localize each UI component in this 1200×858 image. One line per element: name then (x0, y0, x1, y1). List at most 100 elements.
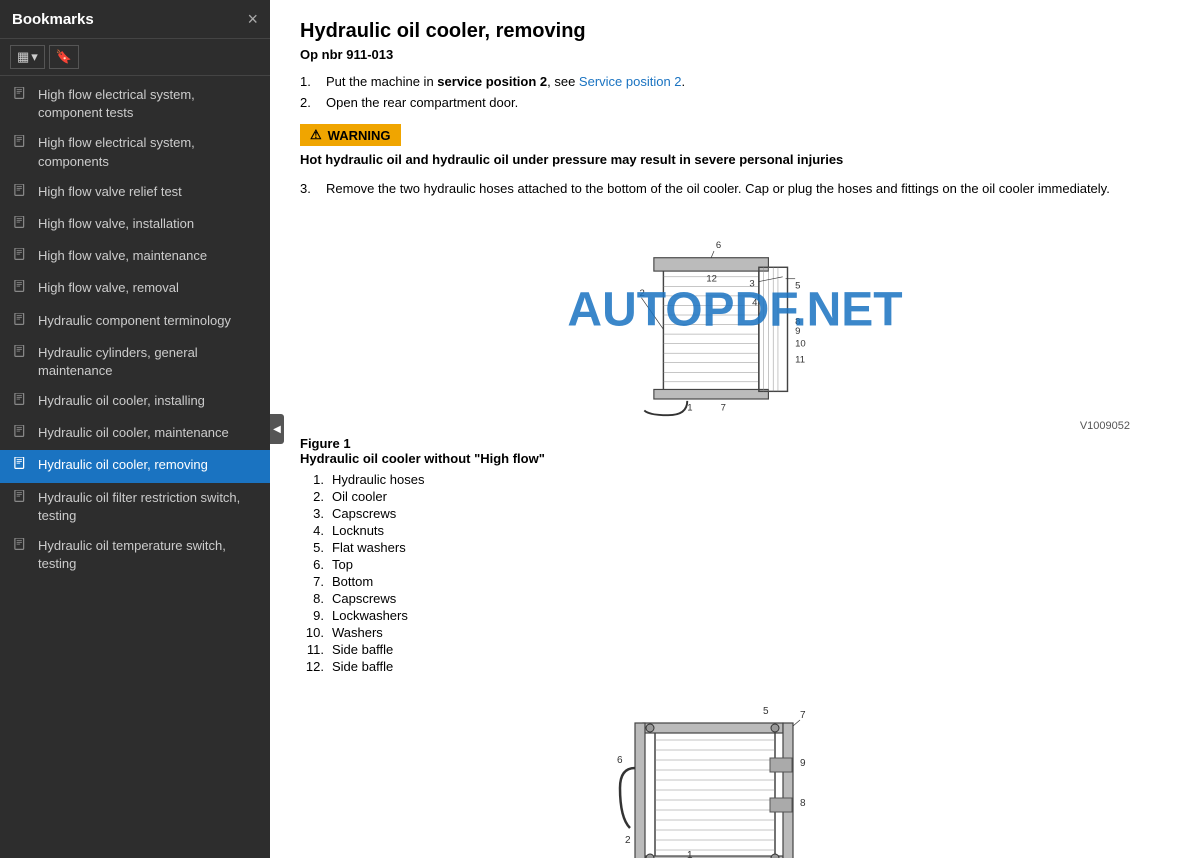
sidebar-item-9[interactable]: Hydraulic oil cooler, installing (0, 386, 270, 418)
sidebar-close-button[interactable]: × (247, 10, 258, 28)
svg-text:5: 5 (763, 706, 769, 717)
sidebar-item-label-2: High flow electrical system, components (38, 134, 260, 170)
svg-text:4: 4 (752, 297, 758, 308)
parts-list-item-1: 1.Hydraulic hoses (300, 472, 1170, 487)
step-3: 3. Remove the two hydraulic hoses attach… (300, 181, 1170, 196)
parts-list-item-11: 11.Side baffle (300, 642, 1170, 657)
sidebar-item-label-9: Hydraulic oil cooler, installing (38, 392, 260, 410)
bookmark-item-icon-5 (14, 248, 30, 267)
figure2-diagram: 7 5 2 1 6 9 8 4 4 3 (615, 688, 855, 858)
op-number: Op nbr 911-013 (300, 47, 1170, 62)
sidebar-item-13[interactable]: Hydraulic oil temperature switch, testin… (0, 531, 270, 579)
sidebar-item-label-7: Hydraulic component terminology (38, 312, 260, 330)
bookmark-item-icon-11 (14, 457, 30, 476)
bookmark-item-icon-2 (14, 135, 30, 154)
sidebar-header: Bookmarks × (0, 0, 270, 39)
sidebar-item-label-6: High flow valve, removal (38, 279, 260, 297)
bookmark-item-icon-10 (14, 425, 30, 444)
sidebar-item-10[interactable]: Hydraulic oil cooler, maintenance (0, 418, 270, 450)
sidebar: Bookmarks × ▦ ▾ 🔖 High flow electrical s… (0, 0, 270, 858)
parts-list-item-6: 6.Top (300, 557, 1170, 572)
step-1: 1. Put the machine in service position 2… (300, 74, 1170, 89)
figure1-diagram: 6 2 12 3 5 4 8 9 10 11 7 1 (610, 210, 860, 420)
svg-text:9: 9 (795, 326, 800, 337)
parts-list-item-5: 5.Flat washers (300, 540, 1170, 555)
svg-text:8: 8 (800, 798, 806, 809)
svg-text:5: 5 (795, 280, 800, 291)
figure1-title: Hydraulic oil cooler without "High flow" (300, 451, 545, 466)
svg-text:1: 1 (687, 850, 693, 858)
sidebar-item-label-3: High flow valve relief test (38, 183, 260, 201)
warning-icon: ⚠ (310, 127, 322, 143)
step3-list: 3. Remove the two hydraulic hoses attach… (300, 181, 1170, 196)
bookmark-icon: 🔖 (56, 49, 72, 65)
step-2: 2. Open the rear compartment door. (300, 95, 1170, 110)
sidebar-item-label-1: High flow electrical system, component t… (38, 86, 260, 122)
sidebar-item-label-8: Hydraulic cylinders, general maintenance (38, 344, 260, 380)
svg-text:10: 10 (795, 339, 806, 350)
sidebar-item-4[interactable]: High flow valve, installation (0, 209, 270, 241)
sidebar-item-8[interactable]: Hydraulic cylinders, general maintenance (0, 338, 270, 386)
warning-box: ⚠ WARNING (300, 124, 401, 146)
sidebar-item-label-10: Hydraulic oil cooler, maintenance (38, 424, 260, 442)
svg-text:7: 7 (721, 402, 726, 413)
svg-text:2: 2 (625, 835, 631, 846)
bookmark-item-icon-8 (14, 345, 30, 364)
sidebar-item-label-11: Hydraulic oil cooler, removing (38, 456, 260, 474)
service-position-link[interactable]: Service position 2 (579, 74, 682, 89)
svg-text:11: 11 (795, 355, 805, 366)
sidebar-title: Bookmarks (12, 11, 94, 28)
svg-text:1: 1 (687, 402, 692, 413)
figure2-container: 7 5 2 1 6 9 8 4 4 3 V1009053 (300, 688, 1170, 858)
bookmark-item-icon-13 (14, 538, 30, 557)
page-title: Hydraulic oil cooler, removing (300, 20, 1170, 43)
parts-list-item-3: 3.Capscrews (300, 506, 1170, 521)
figure1-container: AUTOPDF.NET (300, 210, 1170, 432)
sidebar-item-label-4: High flow valve, installation (38, 215, 260, 233)
sidebar-bookmark-button[interactable]: 🔖 (49, 45, 79, 69)
parts-list-item-9: 9.Lockwashers (300, 608, 1170, 623)
bookmark-item-icon-6 (14, 280, 30, 299)
bookmark-item-icon-9 (14, 393, 30, 412)
sidebar-item-label-12: Hydraulic oil filter restriction switch,… (38, 489, 260, 525)
parts-list-item-2: 2.Oil cooler (300, 489, 1170, 504)
warning-text: Hot hydraulic oil and hydraulic oil unde… (300, 152, 1170, 167)
sidebar-toolbar: ▦ ▾ 🔖 (0, 39, 270, 76)
sidebar-item-label-13: Hydraulic oil temperature switch, testin… (38, 537, 260, 573)
sidebar-item-1[interactable]: High flow electrical system, component t… (0, 80, 270, 128)
svg-text:12: 12 (706, 274, 717, 285)
parts-list: 1.Hydraulic hoses 2.Oil cooler 3.Capscrews… (300, 472, 1170, 674)
sidebar-view-button[interactable]: ▦ ▾ (10, 45, 45, 69)
sidebar-item-5[interactable]: High flow valve, maintenance (0, 241, 270, 273)
parts-list-item-10: 10.Washers (300, 625, 1170, 640)
bookmark-item-icon-12 (14, 490, 30, 509)
sidebar-item-11[interactable]: Hydraulic oil cooler, removing (0, 450, 270, 482)
parts-list-item-8: 8.Capscrews (300, 591, 1170, 606)
dropdown-arrow-icon: ▾ (31, 49, 38, 65)
figure1-caption: Figure 1 Hydraulic oil cooler without "H… (300, 436, 1170, 466)
svg-text:7: 7 (800, 710, 806, 721)
svg-text:6: 6 (716, 240, 721, 251)
sidebar-item-7[interactable]: Hydraulic component terminology (0, 306, 270, 338)
parts-list-item-4: 4.Locknuts (300, 523, 1170, 538)
warning-label: WARNING (328, 128, 391, 143)
sidebar-item-3[interactable]: High flow valve relief test (0, 177, 270, 209)
svg-text:9: 9 (800, 758, 806, 769)
parts-list-item-12: 12.Side baffle (300, 659, 1170, 674)
sidebar-item-2[interactable]: High flow electrical system, components (0, 128, 270, 176)
sidebar-item-label-5: High flow valve, maintenance (38, 247, 260, 265)
sidebar-item-12[interactable]: Hydraulic oil filter restriction switch,… (0, 483, 270, 531)
bookmark-item-icon-3 (14, 184, 30, 203)
bookmark-item-icon-1 (14, 87, 30, 106)
bookmark-item-icon-4 (14, 216, 30, 235)
main-content: Hydraulic oil cooler, removing Op nbr 91… (270, 0, 1200, 858)
svg-text:3: 3 (749, 278, 754, 289)
svg-text:2: 2 (640, 288, 645, 299)
figure1-id: V1009052 (300, 420, 1170, 432)
svg-text:6: 6 (617, 755, 623, 766)
sidebar-collapse-button[interactable]: ◀ (270, 414, 284, 444)
steps-list: 1. Put the machine in service position 2… (300, 74, 1170, 110)
sidebar-item-6[interactable]: High flow valve, removal (0, 273, 270, 305)
bookmark-item-icon-7 (14, 313, 30, 332)
sidebar-list[interactable]: High flow electrical system, component t… (0, 76, 270, 858)
